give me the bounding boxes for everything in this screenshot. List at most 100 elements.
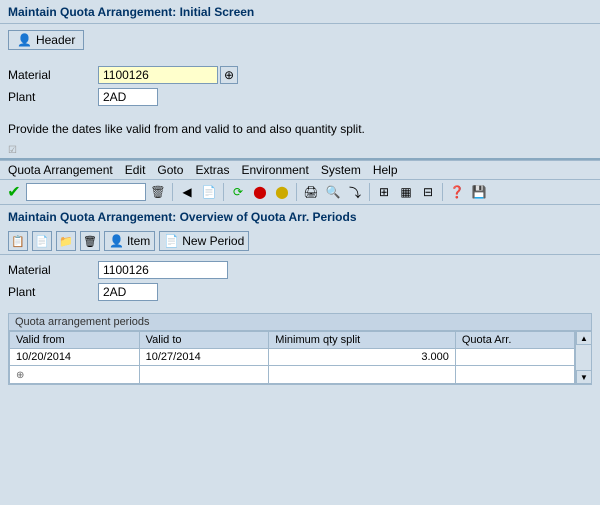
doc-icon: 📄 bbox=[164, 234, 179, 248]
input-icon: ⊕ bbox=[16, 370, 24, 381]
tb2-delete[interactable]: 🗑 bbox=[80, 231, 100, 251]
header-button[interactable]: 👤 Header bbox=[8, 30, 84, 50]
nav-doc-btn[interactable]: 📄 bbox=[199, 182, 219, 202]
bottom-form: Material Plant bbox=[0, 255, 600, 309]
material-input[interactable] bbox=[98, 66, 218, 84]
plant-input2[interactable] bbox=[98, 283, 158, 301]
nav-doc-icon: 📄 bbox=[202, 185, 217, 199]
refresh-green-icon: ⟳ bbox=[233, 185, 243, 199]
nav-prev-icon: ◀ bbox=[182, 185, 191, 199]
material-search-icon[interactable]: ⊕ bbox=[220, 66, 238, 84]
green-check-btn[interactable]: ✔ bbox=[4, 182, 24, 202]
material-label2: Material bbox=[8, 263, 98, 277]
table-wrapper: Valid from Valid to Minimum qty split Qu… bbox=[9, 331, 591, 384]
checkbox-area: ☑ bbox=[0, 140, 600, 158]
stop-red-btn[interactable]: ⬤ bbox=[250, 182, 270, 202]
item-button-label: Item bbox=[127, 234, 150, 248]
cell-empty4 bbox=[455, 366, 574, 384]
table-row-empty: ⊕ bbox=[10, 366, 575, 384]
grid3-icon: ⊟ bbox=[423, 185, 433, 199]
menu-environment[interactable]: Environment bbox=[241, 163, 308, 177]
table-row: 10/20/2014 10/27/2014 3.000 bbox=[10, 349, 575, 366]
command-input[interactable] bbox=[26, 183, 146, 201]
grid3-btn[interactable]: ⊟ bbox=[418, 182, 438, 202]
scroll-down-btn[interactable]: ▼ bbox=[576, 370, 592, 384]
grid1-btn[interactable]: ⊞ bbox=[374, 182, 394, 202]
cell-min-qty: 3.000 bbox=[269, 349, 456, 366]
table-header-row: Valid from Valid to Minimum qty split Qu… bbox=[10, 332, 575, 349]
refresh-green-btn[interactable]: ⟳ bbox=[228, 182, 248, 202]
sep3 bbox=[296, 183, 297, 201]
cell-empty3 bbox=[269, 366, 456, 384]
menu-extras[interactable]: Extras bbox=[195, 163, 229, 177]
col-valid-to: Valid to bbox=[139, 332, 269, 349]
new-period-label: New Period bbox=[182, 234, 244, 248]
delete-btn[interactable]: 🗑 bbox=[148, 182, 168, 202]
top-title: Maintain Quota Arrangement: Initial Scre… bbox=[0, 0, 600, 24]
item-button[interactable]: 👤 Item bbox=[104, 231, 155, 251]
bottom-toolbar: 📋 📄 📁 🗑 👤 Item 📄 New Period bbox=[0, 228, 600, 255]
cell-valid-from: 10/20/2014 bbox=[10, 349, 140, 366]
quota-table-section: Quota arrangement periods Valid from Val… bbox=[8, 313, 592, 385]
find-btn[interactable]: 🔍 bbox=[323, 182, 343, 202]
new-period-button[interactable]: 📄 New Period bbox=[159, 231, 249, 251]
scroll-track bbox=[576, 345, 591, 370]
scroll-up-btn[interactable]: ▲ bbox=[576, 331, 592, 345]
sep2 bbox=[223, 183, 224, 201]
green-check-icon: ✔ bbox=[7, 182, 20, 202]
material-input2[interactable] bbox=[98, 261, 228, 279]
person-icon: 👤 bbox=[17, 33, 32, 47]
delete-icon: 🗑 bbox=[150, 185, 165, 199]
menu-system[interactable]: System bbox=[321, 163, 361, 177]
plant-row: Plant bbox=[8, 88, 592, 106]
menu-help[interactable]: Help bbox=[373, 163, 398, 177]
cell-empty1: ⊕ bbox=[10, 366, 140, 384]
nav-prev-btn[interactable]: ◀ bbox=[177, 182, 197, 202]
cell-valid-to: 10/27/2014 bbox=[139, 349, 269, 366]
menu-goto[interactable]: Goto bbox=[157, 163, 183, 177]
material-label: Material bbox=[8, 68, 98, 82]
plant-input[interactable] bbox=[98, 88, 158, 106]
help-btn[interactable]: ❓ bbox=[447, 182, 467, 202]
tb2-icon3[interactable]: 📁 bbox=[56, 231, 76, 251]
sep4 bbox=[369, 183, 370, 201]
col-valid-from: Valid from bbox=[10, 332, 140, 349]
cell-empty2 bbox=[139, 366, 269, 384]
material-row: Material ⊕ bbox=[8, 66, 592, 84]
quota-table: Valid from Valid to Minimum qty split Qu… bbox=[9, 331, 575, 384]
find-icon: 🔍 bbox=[326, 185, 341, 199]
material-row2: Material bbox=[8, 261, 592, 279]
person-icon2: 👤 bbox=[109, 234, 124, 248]
scrollbar: ▲ ▼ bbox=[575, 331, 591, 384]
tb2-icon1[interactable]: 📋 bbox=[8, 231, 28, 251]
top-form: Material ⊕ Plant bbox=[0, 56, 600, 114]
bottom-title-text: Maintain Quota Arrangement: Overview of … bbox=[8, 210, 357, 224]
yellow-btn[interactable]: ⬤ bbox=[272, 182, 292, 202]
plant-label2: Plant bbox=[8, 285, 98, 299]
header-button-label: Header bbox=[36, 33, 75, 47]
save-btn[interactable]: 💾 bbox=[469, 182, 489, 202]
menu-bar: Quota Arrangement Edit Goto Extras Envir… bbox=[0, 160, 600, 180]
sep5 bbox=[442, 183, 443, 201]
stop-red-icon: ⬤ bbox=[253, 185, 266, 199]
grid2-icon: ▦ bbox=[400, 185, 411, 199]
find-next-btn[interactable]: ⤵ bbox=[345, 182, 365, 202]
menu-edit[interactable]: Edit bbox=[125, 163, 146, 177]
top-panel: Maintain Quota Arrangement: Initial Scre… bbox=[0, 0, 600, 160]
info-text-content: Provide the dates like valid from and va… bbox=[8, 122, 365, 136]
table-title: Quota arrangement periods bbox=[9, 314, 591, 331]
grid2-btn[interactable]: ▦ bbox=[396, 182, 416, 202]
sep1 bbox=[172, 183, 173, 201]
help-icon: ❓ bbox=[450, 185, 465, 199]
grid1-icon: ⊞ bbox=[379, 185, 389, 199]
top-toolbar: 👤 Header bbox=[0, 24, 600, 56]
bottom-section: Maintain Quota Arrangement: Overview of … bbox=[0, 205, 600, 385]
plant-row2: Plant bbox=[8, 283, 592, 301]
checkbox-icon: ☑ bbox=[8, 145, 17, 156]
cell-quota-arr bbox=[455, 349, 574, 366]
tb2-icon2[interactable]: 📄 bbox=[32, 231, 52, 251]
top-title-text: Maintain Quota Arrangement: Initial Scre… bbox=[8, 5, 254, 19]
menu-quota-arrangement[interactable]: Quota Arrangement bbox=[8, 163, 113, 177]
find-next-icon: ⤵ bbox=[349, 184, 361, 201]
print-btn[interactable]: 🖨 bbox=[301, 182, 321, 202]
